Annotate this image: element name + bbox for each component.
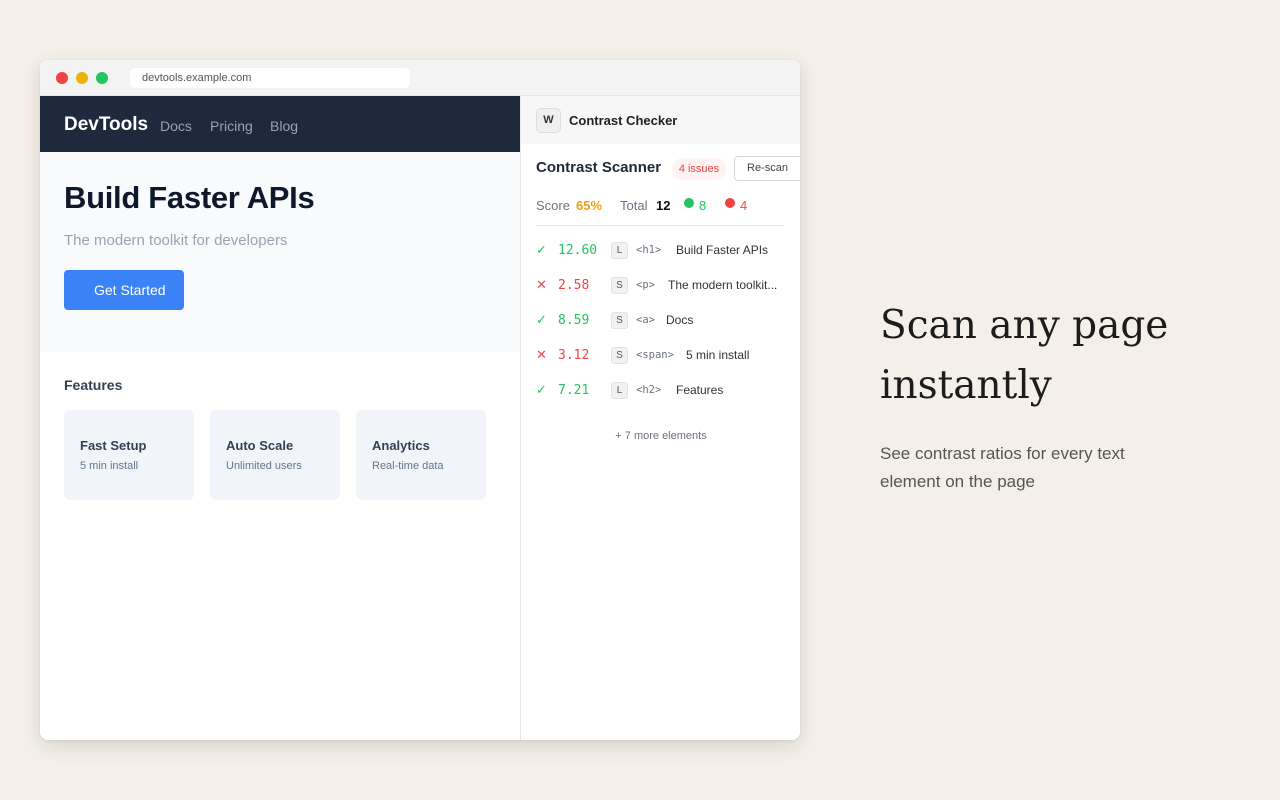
- text-size-badge: S: [611, 312, 628, 329]
- feature-card-fast-setup: Fast Setup 5 min install: [64, 410, 194, 500]
- text-size-badge: S: [611, 277, 628, 294]
- hero-section: Build Faster APIs The modern toolkit for…: [40, 152, 520, 352]
- website-preview: DevTools Docs Pricing Blog Build Faster …: [40, 96, 520, 740]
- pass-dot-icon: [684, 198, 694, 208]
- features-heading: Features: [64, 377, 123, 393]
- minimize-window-button[interactable]: [76, 72, 88, 84]
- feature-card-title: Analytics: [372, 438, 430, 453]
- element-text: Docs: [666, 313, 694, 327]
- fail-count: 4: [740, 198, 748, 213]
- feature-card-subtitle: Unlimited users: [226, 460, 302, 472]
- score-label: Score: [536, 198, 570, 213]
- feature-card-analytics: Analytics Real-time data: [356, 410, 486, 500]
- element-text: Build Faster APIs: [676, 243, 769, 257]
- fail-cross-icon: ✕: [536, 347, 547, 362]
- get-started-button[interactable]: Get Started: [64, 270, 184, 310]
- feature-card-subtitle: 5 min install: [80, 460, 139, 472]
- element-text: Features: [676, 383, 724, 397]
- contrast-checker-panel: W Contrast Checker Contrast Scanner 4 is…: [520, 96, 800, 740]
- element-tag: <h2>: [636, 384, 662, 396]
- hero-subtitle: The modern toolkit for developers: [64, 232, 288, 249]
- feature-card-title: Auto Scale: [226, 438, 294, 453]
- pass-check-icon: ✓: [536, 382, 547, 397]
- element-tag: <a>: [636, 314, 655, 326]
- site-brand-logo[interactable]: DevTools: [64, 114, 148, 136]
- text-size-badge: L: [611, 382, 628, 399]
- maximize-window-button[interactable]: [96, 72, 108, 84]
- text-size-badge: S: [611, 347, 628, 364]
- element-text: The modern toolkit...: [668, 278, 778, 292]
- element-tag: <p>: [636, 279, 655, 291]
- result-row[interactable]: ✕ 2.58 S <p> The modern toolkit...: [536, 277, 791, 297]
- extension-logo-icon: W: [536, 108, 561, 133]
- site-navbar: DevTools Docs Pricing Blog: [40, 96, 520, 152]
- pass-check-icon: ✓: [536, 312, 547, 327]
- fail-dot-icon: [725, 198, 735, 208]
- nav-link-pricing[interactable]: Pricing: [210, 118, 253, 134]
- pass-check-icon: ✓: [536, 242, 547, 257]
- result-row[interactable]: ✓ 7.21 L <h2> Features: [536, 382, 791, 402]
- browser-titlebar: devtools.example.com: [40, 60, 800, 96]
- marketing-headline: Scan any page instantly: [880, 303, 1169, 408]
- divider: [536, 225, 784, 226]
- contrast-ratio: 7.21: [558, 383, 590, 398]
- total-value: 12: [656, 198, 671, 213]
- result-row[interactable]: ✓ 8.59 S <a> Docs: [536, 312, 791, 332]
- total-label: Total: [620, 198, 648, 213]
- text-size-badge: L: [611, 242, 628, 259]
- address-bar[interactable]: devtools.example.com: [130, 68, 410, 88]
- marketing-description: See contrast ratios for every text eleme…: [880, 444, 1125, 491]
- close-window-button[interactable]: [56, 72, 68, 84]
- scanner-title: Contrast Scanner: [536, 159, 662, 176]
- element-tag: <h1>: [636, 244, 662, 256]
- feature-card-title: Fast Setup: [80, 438, 147, 453]
- contrast-ratio: 2.58: [558, 278, 590, 293]
- contrast-ratio: 12.60: [558, 243, 598, 258]
- fail-cross-icon: ✕: [536, 277, 547, 292]
- result-row[interactable]: ✕ 3.12 S <span> 5 min install: [536, 347, 791, 367]
- contrast-ratio: 8.59: [558, 313, 590, 328]
- nav-link-docs[interactable]: Docs: [160, 118, 192, 134]
- extension-header: W Contrast Checker: [521, 96, 800, 144]
- issues-badge: 4 issues: [672, 158, 726, 180]
- element-tag: <span>: [636, 349, 674, 361]
- nav-link-blog[interactable]: Blog: [270, 118, 298, 134]
- element-text: 5 min install: [686, 348, 750, 362]
- rescan-button[interactable]: Re-scan: [734, 156, 800, 181]
- browser-window: devtools.example.com DevTools Docs Prici…: [40, 60, 800, 740]
- more-elements-link[interactable]: + 7 more elements: [521, 430, 800, 442]
- result-row[interactable]: ✓ 12.60 L <h1> Build Faster APIs: [536, 242, 791, 262]
- extension-name: Contrast Checker: [569, 113, 678, 128]
- feature-card-subtitle: Real-time data: [372, 460, 444, 472]
- feature-card-auto-scale: Auto Scale Unlimited users: [210, 410, 340, 500]
- contrast-ratio: 3.12: [558, 348, 590, 363]
- score-value: 65%: [576, 198, 603, 213]
- hero-title: Build Faster APIs: [64, 180, 315, 215]
- pass-count: 8: [699, 198, 707, 213]
